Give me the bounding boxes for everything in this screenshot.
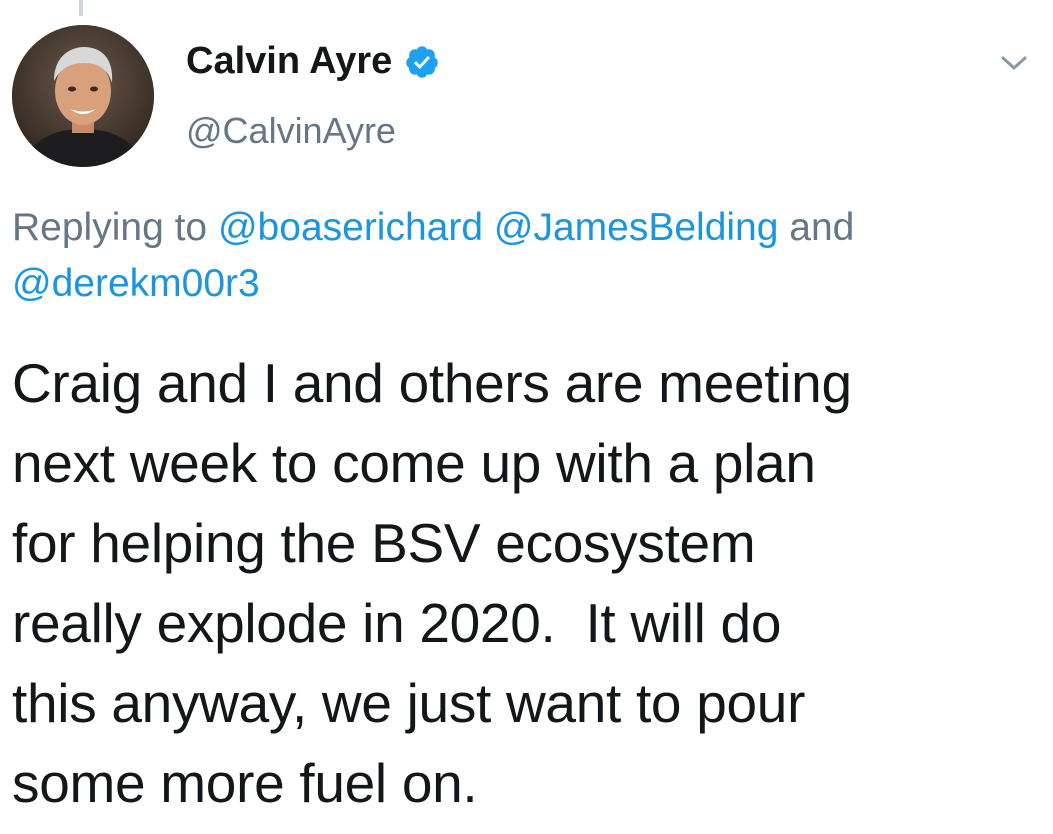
replying-to-label: Replying to bbox=[12, 206, 208, 249]
thread-connector-line bbox=[79, 0, 83, 16]
author-display-name[interactable]: Calvin Ayre bbox=[186, 40, 392, 83]
replying-to-line: Replying to @boaserichard @JamesBelding … bbox=[12, 200, 1042, 256]
chevron-down-icon[interactable] bbox=[996, 50, 1032, 76]
mention-link[interactable]: @JamesBelding bbox=[494, 206, 779, 249]
tweet-text-line: really explode in 2020. It will do bbox=[12, 592, 782, 654]
tweet-text-line: Craig and I and others are meeting bbox=[12, 352, 852, 414]
author-name-row[interactable]: Calvin Ayre bbox=[186, 40, 440, 83]
replying-to-conjunction: and bbox=[789, 206, 855, 249]
tweet-text-line: this anyway, we just want to pour bbox=[12, 672, 806, 734]
mention-link[interactable]: @boaserichard bbox=[218, 206, 483, 249]
avatar[interactable] bbox=[12, 25, 154, 167]
verified-badge-icon bbox=[404, 44, 440, 80]
author-handle[interactable]: @CalvinAyre bbox=[186, 110, 396, 152]
tweet-text-line: next week to come up with a plan bbox=[12, 432, 816, 494]
mention-link[interactable]: @derekm00r3 bbox=[12, 262, 260, 305]
tweet-text-line: for helping the BSV ecosystem bbox=[12, 512, 756, 574]
replying-to-line: @derekm00r3 bbox=[12, 256, 1042, 312]
tweet-text-line: some more fuel on. bbox=[12, 752, 478, 814]
